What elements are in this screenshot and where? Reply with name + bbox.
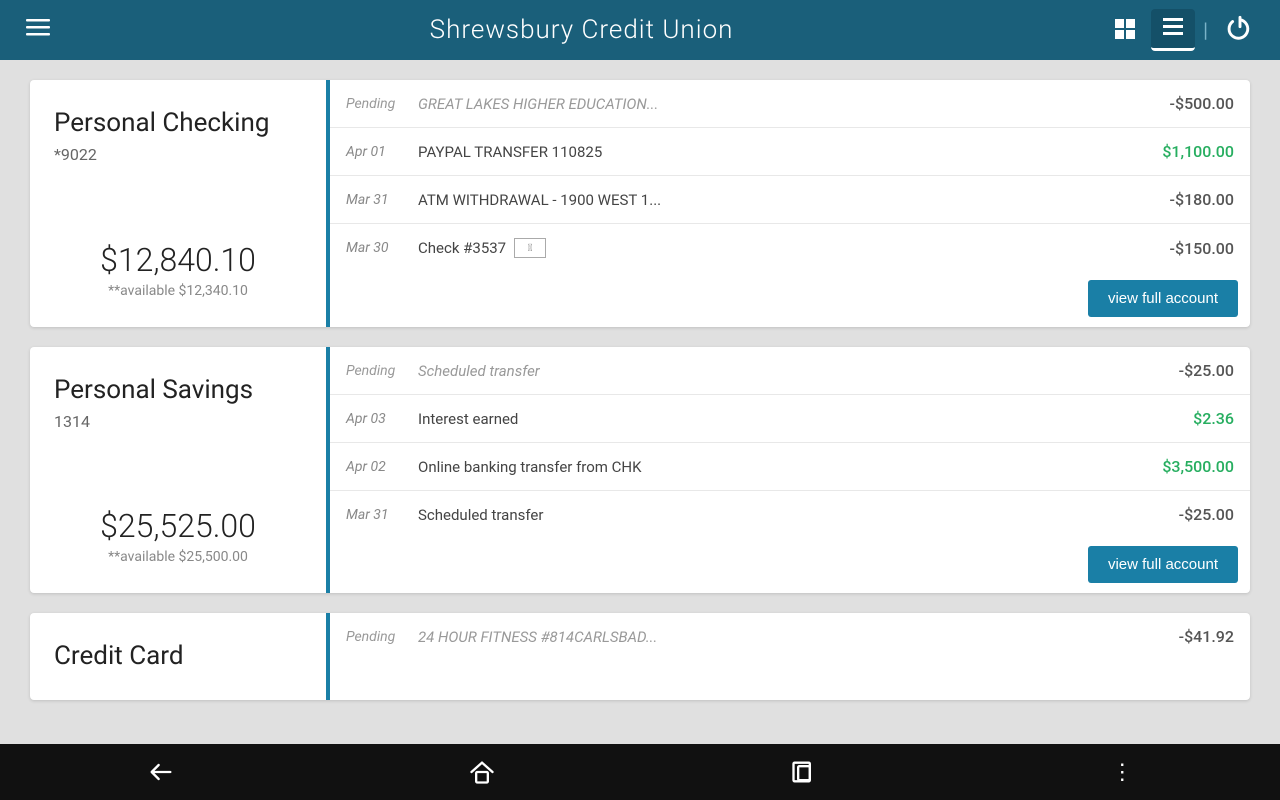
savings-account-info: Personal Savings 1314 $25,525.00 **avail… — [30, 347, 330, 593]
checking-account-name: Personal Checking — [54, 108, 302, 139]
savings-account-number: 1314 — [54, 412, 302, 431]
check-icon:  — [514, 238, 546, 258]
tx-date: Pending — [346, 96, 406, 112]
savings-view-full-button[interactable]: view full account — [1088, 546, 1238, 583]
hamburger-icon — [26, 15, 50, 39]
checking-account-card: Personal Checking *9022 $12,840.10 **ava… — [30, 80, 1250, 327]
table-row: Pending GREAT LAKES HIGHER EDUCATION... … — [330, 80, 1250, 128]
credit-account-info: Credit Card — [30, 613, 330, 700]
app-header: Shrewsbury Credit Union | — [0, 0, 1280, 60]
tx-amount: -$41.92 — [1144, 627, 1234, 646]
back-button[interactable] — [127, 750, 195, 794]
app-title: Shrewsbury Credit Union — [60, 15, 1103, 45]
credit-account-name: Credit Card — [54, 641, 302, 672]
main-content: Personal Checking *9022 $12,840.10 **ava… — [0, 60, 1280, 744]
tx-amount: -$25.00 — [1144, 505, 1234, 524]
credit-transactions: Pending 24 HOUR FITNESS #814CARLSBAD... … — [330, 613, 1250, 700]
tx-desc: 24 HOUR FITNESS #814CARLSBAD... — [418, 628, 1132, 646]
tx-desc: Scheduled transfer — [418, 506, 1132, 524]
menu-button[interactable] — [16, 9, 60, 51]
list-icon — [1161, 15, 1185, 39]
table-row: Pending Scheduled transfer -$25.00 — [330, 347, 1250, 395]
header-right: | — [1103, 9, 1264, 52]
tx-date: Mar 31 — [346, 192, 406, 208]
tx-desc: PAYPAL TRANSFER 110825 — [418, 143, 1132, 161]
recents-icon — [790, 758, 818, 786]
tx-date: Mar 30 — [346, 240, 406, 256]
table-row: Mar 30 Check #3537  -$150.00 — [330, 224, 1250, 272]
table-row: Apr 01 PAYPAL TRANSFER 110825 $1,100.00 — [330, 128, 1250, 176]
tx-desc: ATM WITHDRAWAL - 1900 WEST 1... — [418, 191, 1132, 209]
checking-available: **available $12,340.10 — [54, 283, 302, 299]
tx-desc: Scheduled transfer — [418, 362, 1132, 380]
savings-transactions: Pending Scheduled transfer -$25.00 Apr 0… — [330, 347, 1250, 593]
tx-date: Apr 02 — [346, 459, 406, 475]
table-row: Apr 03 Interest earned $2.36 — [330, 395, 1250, 443]
recents-button[interactable] — [770, 750, 838, 794]
bottom-navigation: ⋮ — [0, 744, 1280, 800]
tx-desc: Check #3537  — [418, 238, 1132, 258]
list-view-button[interactable] — [1151, 9, 1195, 51]
savings-available: **available $25,500.00 — [54, 549, 302, 565]
savings-account-name: Personal Savings — [54, 375, 302, 406]
header-left — [16, 9, 60, 51]
home-icon — [468, 758, 496, 786]
back-icon — [147, 758, 175, 786]
tx-amount: $2.36 — [1144, 409, 1234, 428]
tx-date: Mar 31 — [346, 507, 406, 523]
savings-balance: $25,525.00 — [54, 487, 302, 545]
tx-amount: -$25.00 — [1144, 361, 1234, 380]
power-icon — [1226, 15, 1254, 43]
table-row: Pending 24 HOUR FITNESS #814CARLSBAD... … — [330, 613, 1250, 660]
tx-date: Pending — [346, 363, 406, 379]
tx-desc: GREAT LAKES HIGHER EDUCATION... — [418, 95, 1132, 113]
checking-balance: $12,840.10 — [54, 221, 302, 279]
tx-amount: $3,500.00 — [1144, 457, 1234, 476]
grid-view-button[interactable] — [1103, 11, 1147, 50]
tx-amount: -$500.00 — [1144, 94, 1234, 113]
checking-account-info: Personal Checking *9022 $12,840.10 **ava… — [30, 80, 330, 327]
power-button[interactable] — [1216, 9, 1264, 52]
home-button[interactable] — [448, 750, 516, 794]
tx-date: Apr 03 — [346, 411, 406, 427]
tx-date: Pending — [346, 629, 406, 645]
savings-account-card: Personal Savings 1314 $25,525.00 **avail… — [30, 347, 1250, 593]
checking-account-number: *9022 — [54, 145, 302, 164]
tx-desc: Interest earned — [418, 410, 1132, 428]
more-dots-icon: ⋮ — [1111, 759, 1133, 785]
tx-date: Apr 01 — [346, 144, 406, 160]
credit-account-card: Credit Card Pending 24 HOUR FITNESS #814… — [30, 613, 1250, 700]
table-row: Mar 31 ATM WITHDRAWAL - 1900 WEST 1... -… — [330, 176, 1250, 224]
checking-view-full-button[interactable]: view full account — [1088, 280, 1238, 317]
tx-amount: $1,100.00 — [1144, 142, 1234, 161]
header-divider: | — [1199, 18, 1212, 42]
checking-transactions: Pending GREAT LAKES HIGHER EDUCATION... … — [330, 80, 1250, 327]
table-row: Mar 31 Scheduled transfer -$25.00 — [330, 491, 1250, 538]
table-row: Apr 02 Online banking transfer from CHK … — [330, 443, 1250, 491]
tx-amount: -$180.00 — [1144, 190, 1234, 209]
more-button[interactable]: ⋮ — [1091, 751, 1153, 793]
tx-amount: -$150.00 — [1144, 239, 1234, 258]
grid-icon — [1113, 17, 1137, 41]
tx-desc: Online banking transfer from CHK — [418, 458, 1132, 476]
